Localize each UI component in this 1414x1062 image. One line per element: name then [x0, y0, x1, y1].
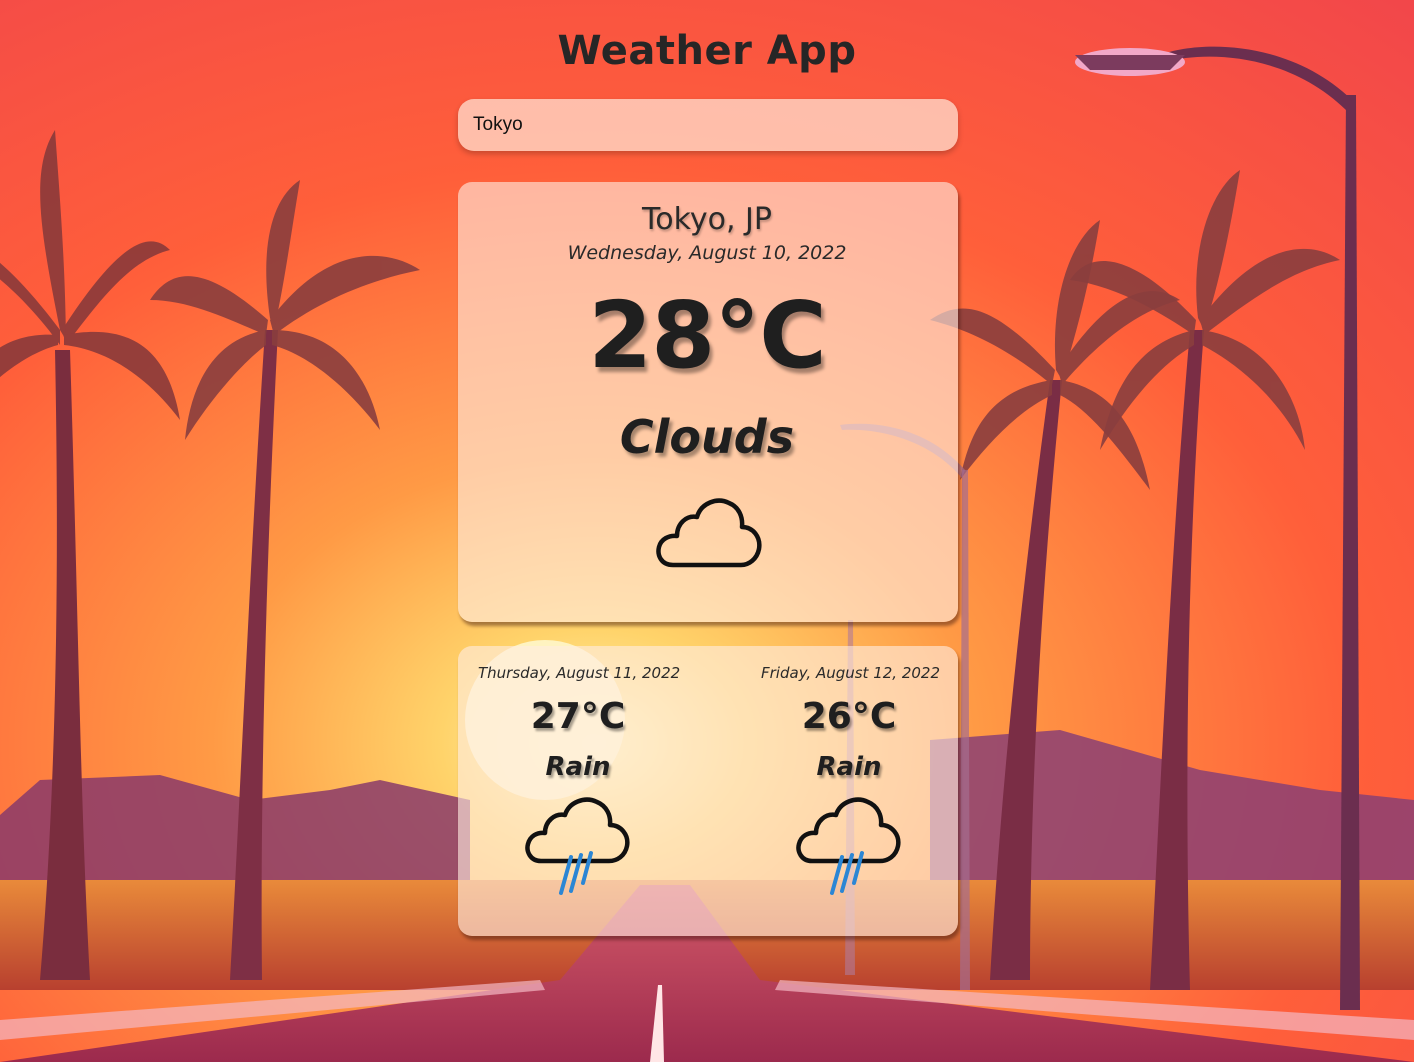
forecast-date: Friday, August 12, 2022 [761, 664, 940, 682]
rain-cloud-icon [525, 795, 635, 909]
forecast-temperature: 26°C [801, 696, 897, 737]
forecast-condition: Rain [816, 752, 882, 782]
current-date: Wednesday, August 10, 2022 [567, 242, 847, 264]
rain-cloud-icon [796, 795, 906, 909]
cloud-icon [655, 495, 765, 575]
current-condition: Clouds [619, 410, 795, 464]
forecast-temperature: 27°C [530, 696, 626, 737]
app-title: Weather App [557, 28, 857, 74]
forecast-condition: Rain [545, 752, 611, 782]
location-name: Tokyo, JP [641, 202, 772, 237]
search-input[interactable] [458, 99, 958, 151]
current-temperature: 28°C [588, 282, 827, 389]
forecast-date: Thursday, August 11, 2022 [478, 664, 681, 682]
